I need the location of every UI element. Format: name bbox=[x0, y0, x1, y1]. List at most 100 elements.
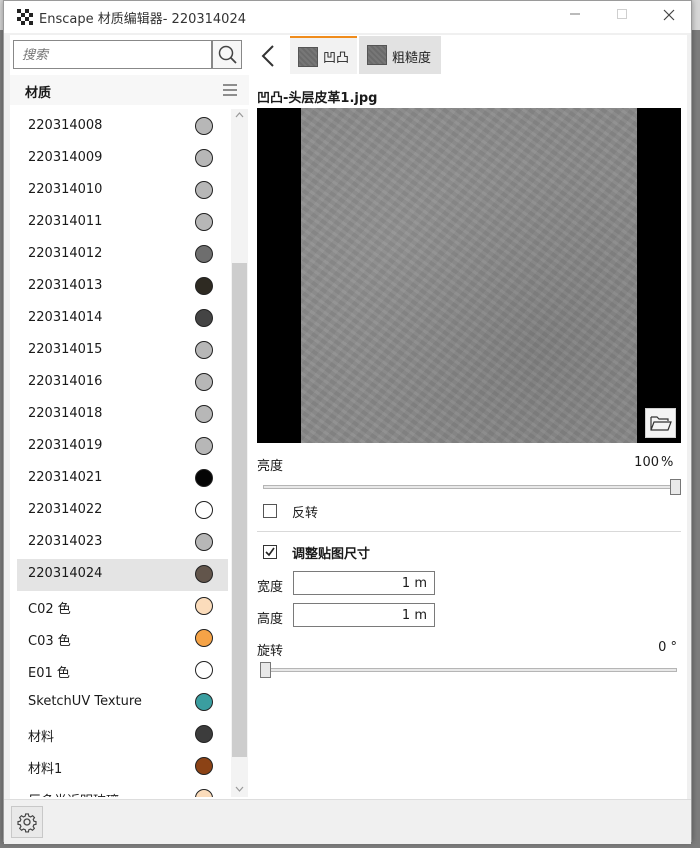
material-list-item[interactable]: 巨多半近明玻璃 bbox=[17, 783, 228, 797]
material-list-item[interactable]: C02 色 bbox=[17, 591, 228, 623]
material-list-scrollbar[interactable] bbox=[231, 109, 248, 797]
material-list-item[interactable]: 220314016 bbox=[17, 367, 228, 399]
materials-section-title: 材质 bbox=[25, 86, 52, 101]
folder-open-icon bbox=[650, 416, 672, 431]
rotation-slider-thumb[interactable] bbox=[260, 662, 271, 678]
material-color-swatch bbox=[195, 245, 213, 263]
material-color-swatch bbox=[195, 757, 213, 775]
material-color-swatch bbox=[195, 661, 213, 679]
material-color-swatch bbox=[195, 597, 213, 615]
search-button[interactable] bbox=[212, 40, 242, 69]
material-name: E01 色 bbox=[28, 666, 70, 681]
material-name: 220314018 bbox=[28, 406, 103, 421]
bump-texture-thumbnail bbox=[298, 47, 318, 67]
materials-header: 材质 bbox=[10, 75, 250, 105]
material-list-item[interactable]: 220314013 bbox=[17, 271, 228, 303]
material-list-item[interactable]: 材料 bbox=[17, 719, 228, 751]
material-list-item[interactable]: 220314023 bbox=[17, 527, 228, 559]
close-button[interactable] bbox=[646, 1, 692, 33]
material-name: 220314009 bbox=[28, 150, 103, 165]
close-icon bbox=[663, 9, 675, 21]
width-input[interactable]: 1 m bbox=[293, 571, 435, 595]
roughness-texture-thumbnail bbox=[367, 45, 387, 65]
material-list-item[interactable]: 220314022 bbox=[17, 495, 228, 527]
search-input[interactable] bbox=[20, 42, 209, 69]
material-color-swatch bbox=[195, 565, 213, 583]
material-list-item[interactable]: 220314012 bbox=[17, 239, 228, 271]
material-name: 220314012 bbox=[28, 246, 103, 261]
material-list-item[interactable]: 220314014 bbox=[17, 303, 228, 335]
material-list-item[interactable]: 220314018 bbox=[17, 399, 228, 431]
material-color-swatch bbox=[195, 149, 213, 167]
brightness-unit: % bbox=[661, 455, 674, 470]
material-list-item[interactable]: 220314015 bbox=[17, 335, 228, 367]
material-list-item[interactable]: 220314009 bbox=[17, 143, 228, 175]
scroll-thumb[interactable] bbox=[232, 263, 247, 757]
leather-texture-image bbox=[301, 108, 637, 443]
material-list-item[interactable]: C03 色 bbox=[17, 623, 228, 655]
section-divider bbox=[257, 531, 681, 532]
minimize-button[interactable] bbox=[552, 1, 598, 33]
material-name: SketchUV Texture bbox=[28, 694, 142, 709]
material-list-item[interactable]: 220314021 bbox=[17, 463, 228, 495]
texture-file-name: 凹凸-头层皮革1.jpg bbox=[257, 91, 378, 106]
minimize-icon bbox=[570, 13, 580, 15]
open-file-button[interactable] bbox=[645, 408, 676, 438]
height-label: 高度 bbox=[257, 612, 284, 627]
scroll-down-arrow-icon[interactable] bbox=[231, 783, 248, 797]
material-list-item[interactable]: E01 色 bbox=[17, 655, 228, 687]
enscape-logo-icon bbox=[17, 9, 33, 25]
search-icon bbox=[218, 45, 237, 64]
material-editor-window: Enscape 材质编辑器- 220314024 材质 bbox=[3, 0, 692, 844]
height-value: 1 m bbox=[401, 608, 427, 623]
material-color-swatch bbox=[195, 533, 213, 551]
resize-texture-checkbox[interactable] bbox=[263, 545, 277, 559]
brightness-label: 亮度 bbox=[257, 459, 284, 474]
back-button[interactable] bbox=[257, 43, 281, 69]
material-color-swatch bbox=[195, 309, 213, 327]
tab-roughness[interactable]: 粗糙度 bbox=[359, 36, 441, 74]
material-name: 220314019 bbox=[28, 438, 103, 453]
scroll-up-arrow-icon[interactable] bbox=[231, 109, 248, 123]
rotation-slider-track[interactable] bbox=[263, 668, 677, 672]
material-color-swatch bbox=[195, 629, 213, 647]
material-list-item[interactable]: 220314010 bbox=[17, 175, 228, 207]
invert-label: 反转 bbox=[292, 506, 319, 521]
window-title: Enscape 材质编辑器- 220314024 bbox=[39, 12, 246, 27]
settings-button[interactable] bbox=[11, 806, 43, 838]
material-list-item[interactable]: 材料1 bbox=[17, 751, 228, 783]
material-name: 220314021 bbox=[28, 470, 103, 485]
material-name: 220314014 bbox=[28, 310, 103, 325]
material-color-swatch bbox=[195, 789, 213, 797]
hamburger-menu-icon[interactable] bbox=[223, 84, 237, 96]
brightness-slider-thumb[interactable] bbox=[670, 479, 681, 495]
tab-bump[interactable]: 凹凸 bbox=[290, 36, 357, 74]
maximize-button[interactable] bbox=[599, 1, 645, 33]
tab-bump-label: 凹凸 bbox=[323, 51, 350, 66]
chevron-left-icon bbox=[261, 45, 274, 67]
width-label: 宽度 bbox=[257, 580, 284, 595]
material-list-item[interactable]: SketchUV Texture bbox=[17, 687, 228, 719]
height-input[interactable]: 1 m bbox=[293, 603, 435, 627]
material-name: 220314015 bbox=[28, 342, 103, 357]
material-color-swatch bbox=[195, 373, 213, 391]
material-color-swatch bbox=[195, 501, 213, 519]
material-list-item[interactable]: 220314008 bbox=[17, 111, 228, 143]
material-name: 220314016 bbox=[28, 374, 103, 389]
brightness-slider-track[interactable] bbox=[263, 485, 681, 489]
resize-texture-label: 调整贴图尺寸 bbox=[292, 547, 371, 562]
material-name: 巨多半近明玻璃 bbox=[28, 790, 119, 797]
material-color-swatch bbox=[195, 341, 213, 359]
texture-preview bbox=[257, 108, 681, 443]
material-list-item[interactable]: 220314019 bbox=[17, 431, 228, 463]
rotation-label: 旋转 bbox=[257, 644, 284, 659]
invert-checkbox[interactable] bbox=[263, 504, 277, 518]
gear-icon bbox=[17, 813, 37, 833]
material-color-swatch bbox=[195, 725, 213, 743]
width-value: 1 m bbox=[401, 576, 427, 591]
material-list: 220314008 220314009 220314010 220314011 2203… bbox=[10, 111, 228, 797]
material-list-item[interactable]: 220314011 bbox=[17, 207, 228, 239]
material-name: C03 色 bbox=[28, 634, 71, 649]
material-color-swatch bbox=[195, 117, 213, 135]
material-list-item[interactable]: 220314024 bbox=[17, 559, 228, 591]
